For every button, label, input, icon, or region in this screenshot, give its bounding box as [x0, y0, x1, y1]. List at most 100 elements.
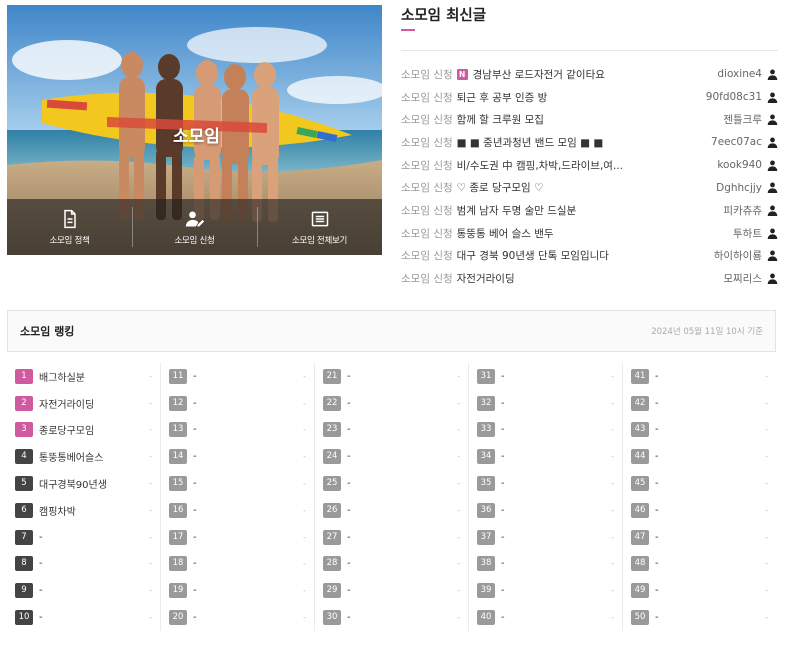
- post-author[interactable]: 모찌리스: [717, 271, 762, 286]
- ranking-item[interactable]: 2 자전거라이딩 -: [15, 390, 152, 417]
- ranking-item[interactable]: 14- -: [169, 443, 306, 470]
- ranking-item[interactable]: 7--: [15, 524, 152, 551]
- ranking-item[interactable]: 28- -: [323, 551, 460, 578]
- ranking-item[interactable]: 41- -: [631, 363, 768, 390]
- post-title-link[interactable]: 퇴근 후 공부 인증 방: [457, 90, 693, 105]
- ranking-item[interactable]: 32- -: [477, 390, 614, 417]
- post-title: ■ ■ 중년과청년 밴드 모임 ■ ■: [456, 136, 604, 149]
- view-all-button[interactable]: 소모임 전체보기: [257, 199, 382, 255]
- ranking-item[interactable]: 44- -: [631, 443, 768, 470]
- ranking-item[interactable]: 45- -: [631, 470, 768, 497]
- ranking-item[interactable]: 49- -: [631, 577, 768, 604]
- rank-number-badge: 15: [169, 476, 187, 492]
- ranking-item[interactable]: 40- -: [477, 604, 614, 631]
- ranking-item[interactable]: 9--: [15, 577, 152, 604]
- post-author[interactable]: dioxine4: [711, 68, 762, 80]
- ranking-item[interactable]: 18- -: [169, 551, 306, 578]
- rank-name: -: [501, 585, 505, 597]
- ranking-item[interactable]: 24- -: [323, 443, 460, 470]
- post-item[interactable]: 소모임 신청 ♡ 종로 당구모임 ♡ Dghhcjjy: [401, 176, 778, 199]
- ranking-item[interactable]: 22- -: [323, 390, 460, 417]
- ranking-item[interactable]: 20- -: [169, 604, 306, 631]
- ranking-item[interactable]: 12- -: [169, 390, 306, 417]
- ranking-item[interactable]: 50- -: [631, 604, 768, 631]
- ranking-item[interactable]: 38- -: [477, 551, 614, 578]
- post-item[interactable]: 소모임 신청 범계 남자 두명 술만 드실분 피카츄츄: [401, 199, 778, 222]
- post-author[interactable]: 하이하이룡: [708, 248, 762, 263]
- policy-button[interactable]: 소모임 정책: [7, 199, 132, 255]
- post-item[interactable]: 소모임 신청 비/수도권 中 캠핑,차박,드라이브,여... kook940: [401, 154, 778, 177]
- post-title-link[interactable]: 함께 할 크루원 모집: [457, 112, 693, 127]
- apply-button[interactable]: 소모임 신청: [132, 199, 257, 255]
- rank-value: -: [611, 398, 614, 408]
- post-item[interactable]: 소모임 신청 ■ ■ 중년과청년 밴드 모임 ■ ■ 7eec07ac: [401, 131, 778, 154]
- ranking-item[interactable]: 35- -: [477, 470, 614, 497]
- rank-number-badge: 30: [323, 610, 341, 626]
- ranking-item[interactable]: 17- -: [169, 524, 306, 551]
- ranking-item[interactable]: 39- -: [477, 577, 614, 604]
- rank-value: -: [457, 425, 460, 435]
- ranking-item[interactable]: 13- -: [169, 417, 306, 444]
- post-title-link[interactable]: ♡ 종로 당구모임 ♡: [457, 180, 693, 195]
- post-title-link[interactable]: 통뚱통 베어 슬스 밴두: [457, 226, 693, 241]
- ranking-item[interactable]: 10- -: [15, 604, 152, 631]
- ranking-item[interactable]: 29- -: [323, 577, 460, 604]
- hero-nav-bar: 소모임 정책 소모임 신청 소모임 전체보기: [7, 199, 382, 255]
- post-author[interactable]: 투하트: [727, 226, 762, 241]
- post-title-link[interactable]: 범계 남자 두명 술만 드실분: [457, 203, 693, 218]
- ranking-item[interactable]: 27- -: [323, 524, 460, 551]
- post-author[interactable]: 젠틀크루: [717, 112, 762, 127]
- ranking-item[interactable]: 46- -: [631, 497, 768, 524]
- ranking-item[interactable]: 43- -: [631, 417, 768, 444]
- post-author[interactable]: Dghhcjjy: [710, 182, 762, 194]
- ranking-item[interactable]: 1 배그하실분 -: [15, 363, 152, 390]
- rank-number-badge: 45: [631, 476, 649, 492]
- user-icon: [767, 182, 778, 194]
- ranking-item[interactable]: 21- -: [323, 363, 460, 390]
- ranking-item[interactable]: 8--: [15, 551, 152, 578]
- ranking-item[interactable]: 31- -: [477, 363, 614, 390]
- post-title-link[interactable]: 비/수도권 中 캠핑,차박,드라이브,여...: [457, 158, 693, 173]
- ranking-item[interactable]: 23- -: [323, 417, 460, 444]
- post-title-link[interactable]: 대구 경북 90년생 단톡 모임입니다: [457, 248, 693, 263]
- post-title: 함께 할 크루원 모집: [456, 114, 544, 127]
- post-title-link[interactable]: ■ ■ 중년과청년 밴드 모임 ■ ■: [457, 135, 693, 150]
- ranking-item[interactable]: 3 종로당구모임 -: [15, 417, 152, 444]
- post-item[interactable]: 소모임 신청 퇴근 후 공부 인증 방 90fd08c31: [401, 86, 778, 109]
- rank-number-badge: 38: [477, 556, 495, 572]
- post-author[interactable]: kook940: [711, 159, 762, 171]
- rank-number-badge: 22: [323, 395, 341, 411]
- ranking-item[interactable]: 6 캠핑차박 -: [15, 497, 152, 524]
- post-author[interactable]: 90fd08c31: [700, 91, 762, 103]
- rank-value: -: [457, 613, 460, 623]
- post-title-link[interactable]: N 경남부산 로드자전거 같이타요: [456, 67, 693, 82]
- post-item[interactable]: 소모임 신청 N 경남부산 로드자전거 같이타요 dioxine4: [401, 63, 778, 86]
- ranking-item[interactable]: 34- -: [477, 443, 614, 470]
- ranking-item[interactable]: 11- -: [169, 363, 306, 390]
- post-title: 퇴근 후 공부 인증 방: [456, 91, 548, 104]
- post-author[interactable]: 7eec07ac: [705, 136, 762, 148]
- ranking-item[interactable]: 26- -: [323, 497, 460, 524]
- ranking-item[interactable]: 36- -: [477, 497, 614, 524]
- ranking-item[interactable]: 15- -: [169, 470, 306, 497]
- ranking-item[interactable]: 4 통뚱통베어슬스 -: [15, 443, 152, 470]
- ranking-item[interactable]: 19- -: [169, 577, 306, 604]
- ranking-item[interactable]: 33- -: [477, 417, 614, 444]
- post-item[interactable]: 소모임 신청 자전거라이딩 모찌리스: [401, 267, 778, 290]
- ranking-item[interactable]: 16- -: [169, 497, 306, 524]
- rank-value: -: [149, 532, 152, 542]
- ranking-item[interactable]: 47- -: [631, 524, 768, 551]
- ranking-item[interactable]: 25- -: [323, 470, 460, 497]
- ranking-item[interactable]: 42- -: [631, 390, 768, 417]
- ranking-item[interactable]: 37- -: [477, 524, 614, 551]
- post-author[interactable]: 피카츄츄: [717, 203, 762, 218]
- ranking-item[interactable]: 48- -: [631, 551, 768, 578]
- ranking-item[interactable]: 5 대구경북90년생 -: [15, 470, 152, 497]
- rank-number-badge: 4: [15, 449, 33, 465]
- post-item[interactable]: 소모임 신청 통뚱통 베어 슬스 밴두 투하트: [401, 222, 778, 245]
- post-title-link[interactable]: 자전거라이딩: [457, 271, 693, 286]
- new-badge: N: [456, 68, 468, 80]
- post-item[interactable]: 소모임 신청 대구 경북 90년생 단톡 모임입니다 하이하이룡: [401, 245, 778, 268]
- post-item[interactable]: 소모임 신청 함께 할 크루원 모집 젠틀크루: [401, 108, 778, 131]
- ranking-item[interactable]: 30- -: [323, 604, 460, 631]
